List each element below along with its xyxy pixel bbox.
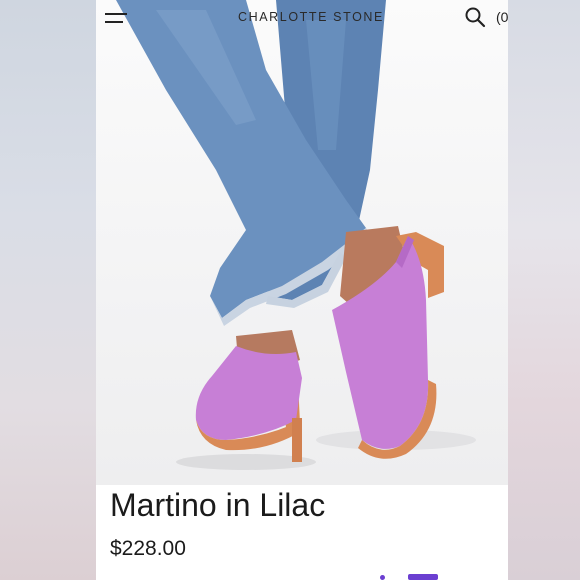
left-clog-heel-block — [292, 418, 302, 462]
color-swatch-selected[interactable] — [408, 574, 438, 580]
product-title: Martino in Lilac — [110, 487, 326, 523]
left-background-blur — [0, 0, 96, 580]
color-swatch-indicator[interactable] — [380, 575, 385, 580]
site-header: CHARLOTTE STONE (0 — [96, 0, 508, 36]
search-icon[interactable] — [464, 6, 486, 28]
product-photo — [116, 0, 476, 470]
phone-screen: CHARLOTTE STONE (0 Martino in Lilac $228… — [96, 0, 508, 580]
menu-icon[interactable] — [105, 10, 129, 26]
product-hero-image — [96, 0, 508, 485]
product-price: $228.00 — [110, 537, 186, 560]
cart-count[interactable]: (0 — [496, 9, 508, 25]
brand-logo[interactable]: CHARLOTTE STONE — [216, 10, 406, 24]
right-background-blur — [508, 0, 580, 580]
product-info: Martino in Lilac $228.00 — [96, 485, 508, 580]
